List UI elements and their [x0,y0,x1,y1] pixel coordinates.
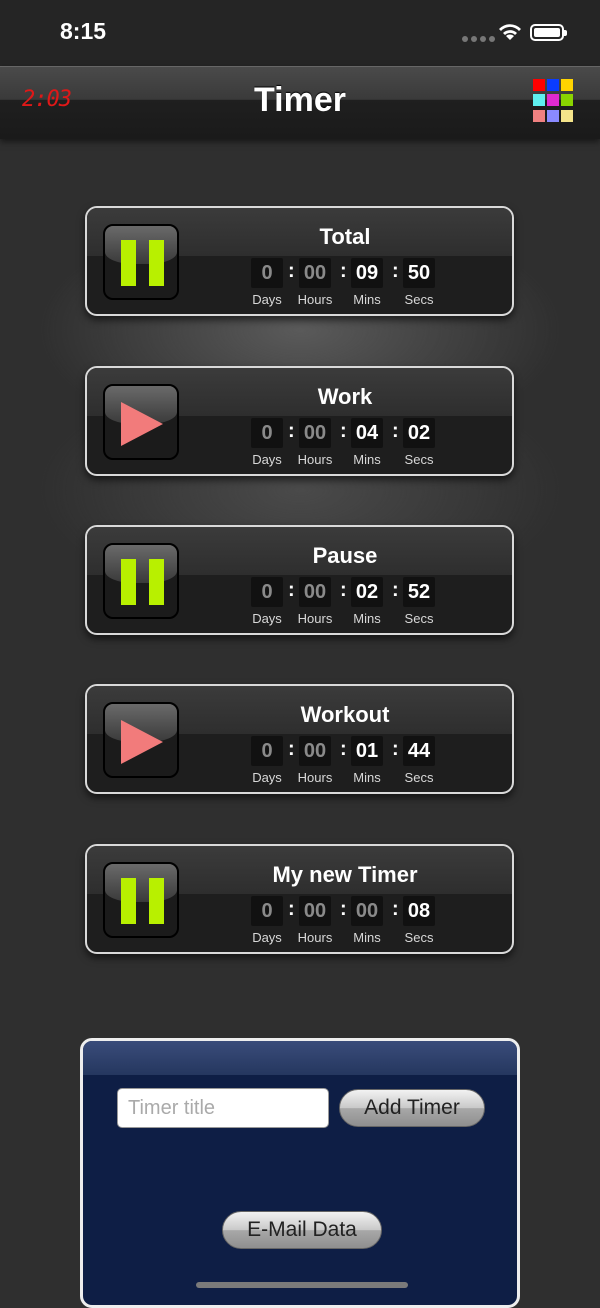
navigation-bar: 2:03 Timer [0,66,600,139]
grid-cell [547,109,559,122]
timer-title: Workout [300,702,390,727]
timer-title: My new Timer [272,862,418,887]
hours-label: Hours [297,611,333,626]
timer-card: My new Timer 0:00:00:08 Days Hours Mins Secs [85,844,514,954]
mins-label: Mins [353,452,381,467]
timer-title-input[interactable] [117,1088,329,1128]
hours-label: Hours [297,930,333,945]
grid-cell [561,109,573,122]
days-value: 0 [251,577,283,607]
timer-card: Workout 0:00:01:44 Days Hours Mins Secs [85,684,514,794]
grid-cell [533,94,545,107]
wifi-icon [499,24,521,40]
page-title: Timer [254,81,346,119]
secs-label: Secs [404,611,434,626]
days-value: 0 [251,736,283,766]
grid-cell [533,109,545,122]
hours-label: Hours [297,452,333,467]
hours-value: 00 [299,258,331,288]
separator: : [340,898,347,920]
grid-cell [561,79,573,91]
toggle-timer-button[interactable] [103,543,179,619]
timer-card: Pause 0:00:02:52 Days Hours Mins Secs [85,525,514,635]
separator: : [288,420,295,442]
secs-value: 02 [403,418,435,448]
secs-label: Secs [404,452,434,467]
days-label: Days [252,770,282,785]
toggle-timer-button[interactable] [103,702,179,778]
mins-label: Mins [353,292,381,307]
secs-value: 44 [403,736,435,766]
secs-value: 08 [403,896,435,926]
separator: : [340,579,347,601]
separator: : [392,898,399,920]
secs-value: 50 [403,258,435,288]
toggle-timer-button[interactable] [103,384,179,460]
separator: : [340,260,347,282]
add-timer-button[interactable]: Add Timer [339,1089,485,1127]
toggle-timer-button[interactable] [103,224,179,300]
mins-label: Mins [353,611,381,626]
grid-cell [547,79,559,91]
mins-value: 01 [351,736,383,766]
timer-title: Work [317,384,373,409]
hours-value: 00 [299,736,331,766]
separator: : [392,579,399,601]
separator: : [288,738,295,760]
separator: : [340,420,347,442]
separator: : [288,260,295,282]
days-value: 0 [251,896,283,926]
separator: : [392,260,399,282]
mins-value: 09 [351,258,383,288]
battery-icon [530,24,567,41]
status-bar: 8:15 [0,0,600,66]
mins-value: 00 [351,896,383,926]
grid-cell [561,94,573,107]
hours-label: Hours [297,292,333,307]
add-timer-panel: Add Timer E-Mail Data [80,1038,520,1308]
days-label: Days [252,452,282,467]
days-label: Days [252,930,282,945]
days-label: Days [252,611,282,626]
secs-label: Secs [404,292,434,307]
secs-label: Secs [404,770,434,785]
timer-title: Total [319,224,371,249]
mins-label: Mins [353,770,381,785]
timer-title: Pause [312,543,378,568]
hours-value: 00 [299,896,331,926]
grid-cell [547,94,559,107]
separator: : [288,579,295,601]
email-data-button[interactable]: E-Mail Data [222,1211,382,1249]
mins-value: 02 [351,577,383,607]
separator: : [392,420,399,442]
days-value: 0 [251,258,283,288]
mins-label: Mins [353,930,381,945]
days-value: 0 [251,418,283,448]
color-grid-icon[interactable] [533,79,577,123]
cellular-signal-icon [462,36,495,42]
hours-value: 00 [299,577,331,607]
secs-label: Secs [404,930,434,945]
separator: : [288,898,295,920]
hours-value: 00 [299,418,331,448]
home-indicator [196,1282,408,1288]
separator: : [340,738,347,760]
hours-label: Hours [297,770,333,785]
toggle-timer-button[interactable] [103,862,179,938]
timer-card: Total 0:00:09:50 Days Hours Mins Secs [85,206,514,316]
days-label: Days [252,292,282,307]
secs-value: 52 [403,577,435,607]
separator: : [392,738,399,760]
timer-card: Work 0:00:04:02 Days Hours Mins Secs [85,366,514,476]
status-time: 8:15 [60,18,107,44]
grid-cell [533,79,545,91]
mins-value: 04 [351,418,383,448]
